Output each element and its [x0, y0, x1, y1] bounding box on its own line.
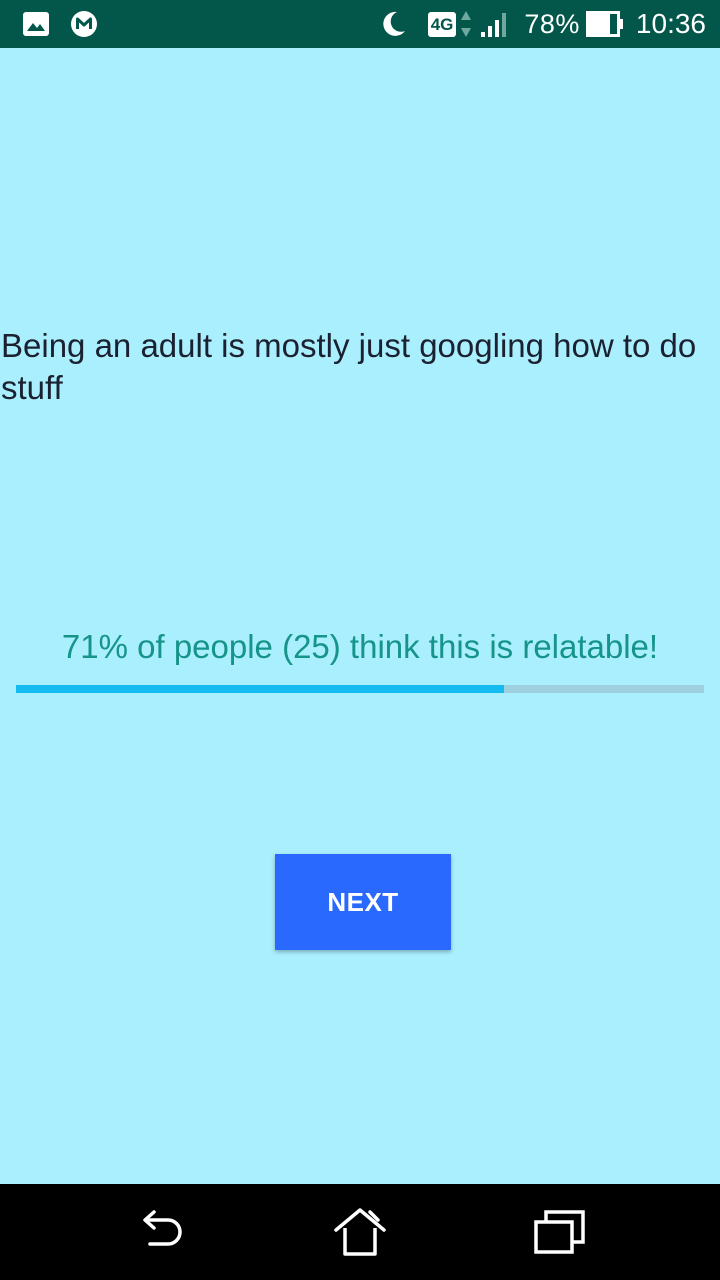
recents-icon[interactable] — [512, 1184, 608, 1280]
navigation-bar — [0, 1184, 720, 1280]
battery-percentage: 78% — [524, 8, 580, 39]
data-arrows-icon — [460, 9, 472, 39]
home-icon[interactable] — [312, 1184, 408, 1280]
relatable-progress-bar — [16, 685, 704, 693]
relatable-stat: 71% of people (25) think this is relatab… — [61, 628, 659, 665]
signal-icon — [480, 10, 512, 38]
clock: 10:36 — [635, 8, 706, 39]
question-text: Being an adult is mostly just googling h… — [1, 327, 697, 406]
gallery-icon — [22, 0, 50, 48]
status-bar: 4G 78% 10:36 — [0, 0, 720, 48]
network-type-label: 4G — [427, 11, 457, 37]
mega-icon — [70, 0, 98, 48]
battery-icon — [585, 11, 624, 37]
back-icon[interactable] — [112, 1184, 208, 1280]
moon-icon — [378, 9, 408, 39]
network-indicator: 4G — [427, 9, 473, 39]
relatable-progress-fill — [16, 685, 505, 693]
next-button[interactable]: NEXT — [275, 854, 451, 950]
